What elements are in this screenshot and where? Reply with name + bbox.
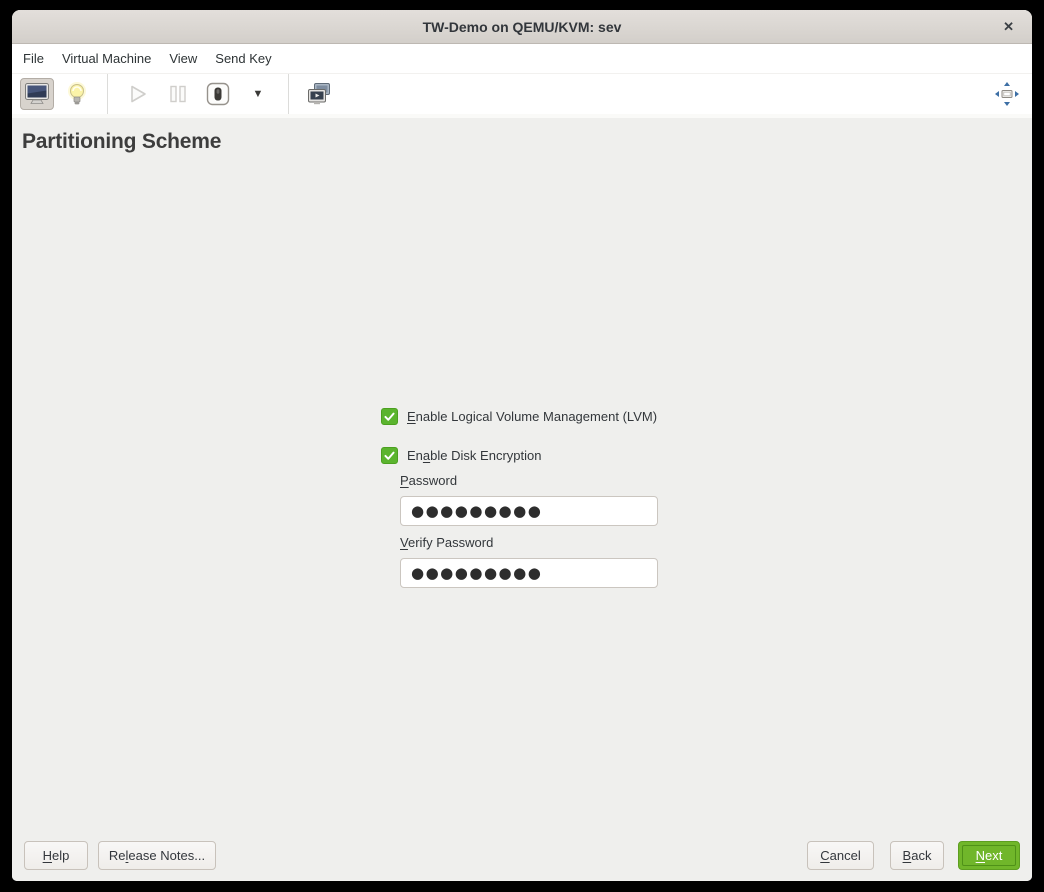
pause-icon [169, 84, 187, 104]
fullscreen-icon [994, 81, 1020, 107]
lvm-checkbox[interactable]: Enable Logical Volume Management (LVM) [381, 408, 657, 425]
toolbar-separator [107, 74, 108, 114]
disk-encryption-checkbox[interactable]: Enable Disk Encryption [381, 447, 542, 464]
cancel-button[interactable]: Cancel [807, 841, 874, 870]
next-button[interactable]: Next [958, 841, 1020, 870]
pause-button[interactable] [161, 78, 195, 110]
shutdown-icon [206, 82, 230, 106]
play-icon [128, 84, 148, 104]
console-monitor-icon [24, 82, 50, 106]
fullscreen-button[interactable] [990, 78, 1024, 110]
page-title: Partitioning Scheme [22, 130, 221, 154]
verify-password-field[interactable] [400, 558, 658, 588]
vm-viewer-window: TW-Demo on QEMU/KVM: sev ✕ File Virtual … [12, 10, 1032, 881]
password-field[interactable] [400, 496, 658, 526]
lvm-checkbox-label: Enable Logical Volume Management (LVM) [407, 409, 657, 424]
screen-background: { "window": { "title": "TW-Demo on QEMU/… [0, 0, 1044, 892]
password-label: Password [400, 473, 457, 488]
back-button[interactable]: Back [890, 841, 944, 870]
menu-view[interactable]: View [160, 44, 206, 73]
menubar: File Virtual Machine View Send Key [12, 44, 1032, 74]
console-button[interactable] [20, 78, 54, 110]
toolbar-separator [288, 74, 289, 114]
release-notes-button[interactable]: Release Notes... [98, 841, 216, 870]
guest-top-strip [12, 114, 1032, 118]
menu-virtual-machine[interactable]: Virtual Machine [53, 44, 160, 73]
shutdown-menu-arrow-icon: ▼ [253, 89, 264, 100]
window-title: TW-Demo on QEMU/KVM: sev [423, 19, 622, 35]
shutdown-button[interactable] [201, 78, 235, 110]
lightbulb-icon [66, 81, 88, 107]
titlebar[interactable]: TW-Demo on QEMU/KVM: sev ✕ [12, 10, 1032, 44]
guest-display[interactable]: Partitioning Scheme Enable Logical Volum… [12, 114, 1032, 881]
checkbox-checked-icon [381, 408, 398, 425]
menu-file[interactable]: File [14, 44, 53, 73]
lightbulb-button[interactable] [60, 78, 94, 110]
shutdown-menu-button[interactable]: ▼ [241, 78, 275, 110]
run-button[interactable] [121, 78, 155, 110]
menu-send-key[interactable]: Send Key [206, 44, 280, 73]
verify-password-label: Verify Password [400, 535, 493, 550]
virtual-displays-button[interactable] [302, 78, 336, 110]
toolbar: ▼ [12, 74, 1032, 114]
checkbox-checked-icon [381, 447, 398, 464]
disk-encryption-checkbox-label: Enable Disk Encryption [407, 448, 542, 463]
virtual-displays-icon [306, 82, 332, 106]
help-button[interactable]: Help [24, 841, 88, 870]
close-icon[interactable]: ✕ [995, 10, 1022, 43]
